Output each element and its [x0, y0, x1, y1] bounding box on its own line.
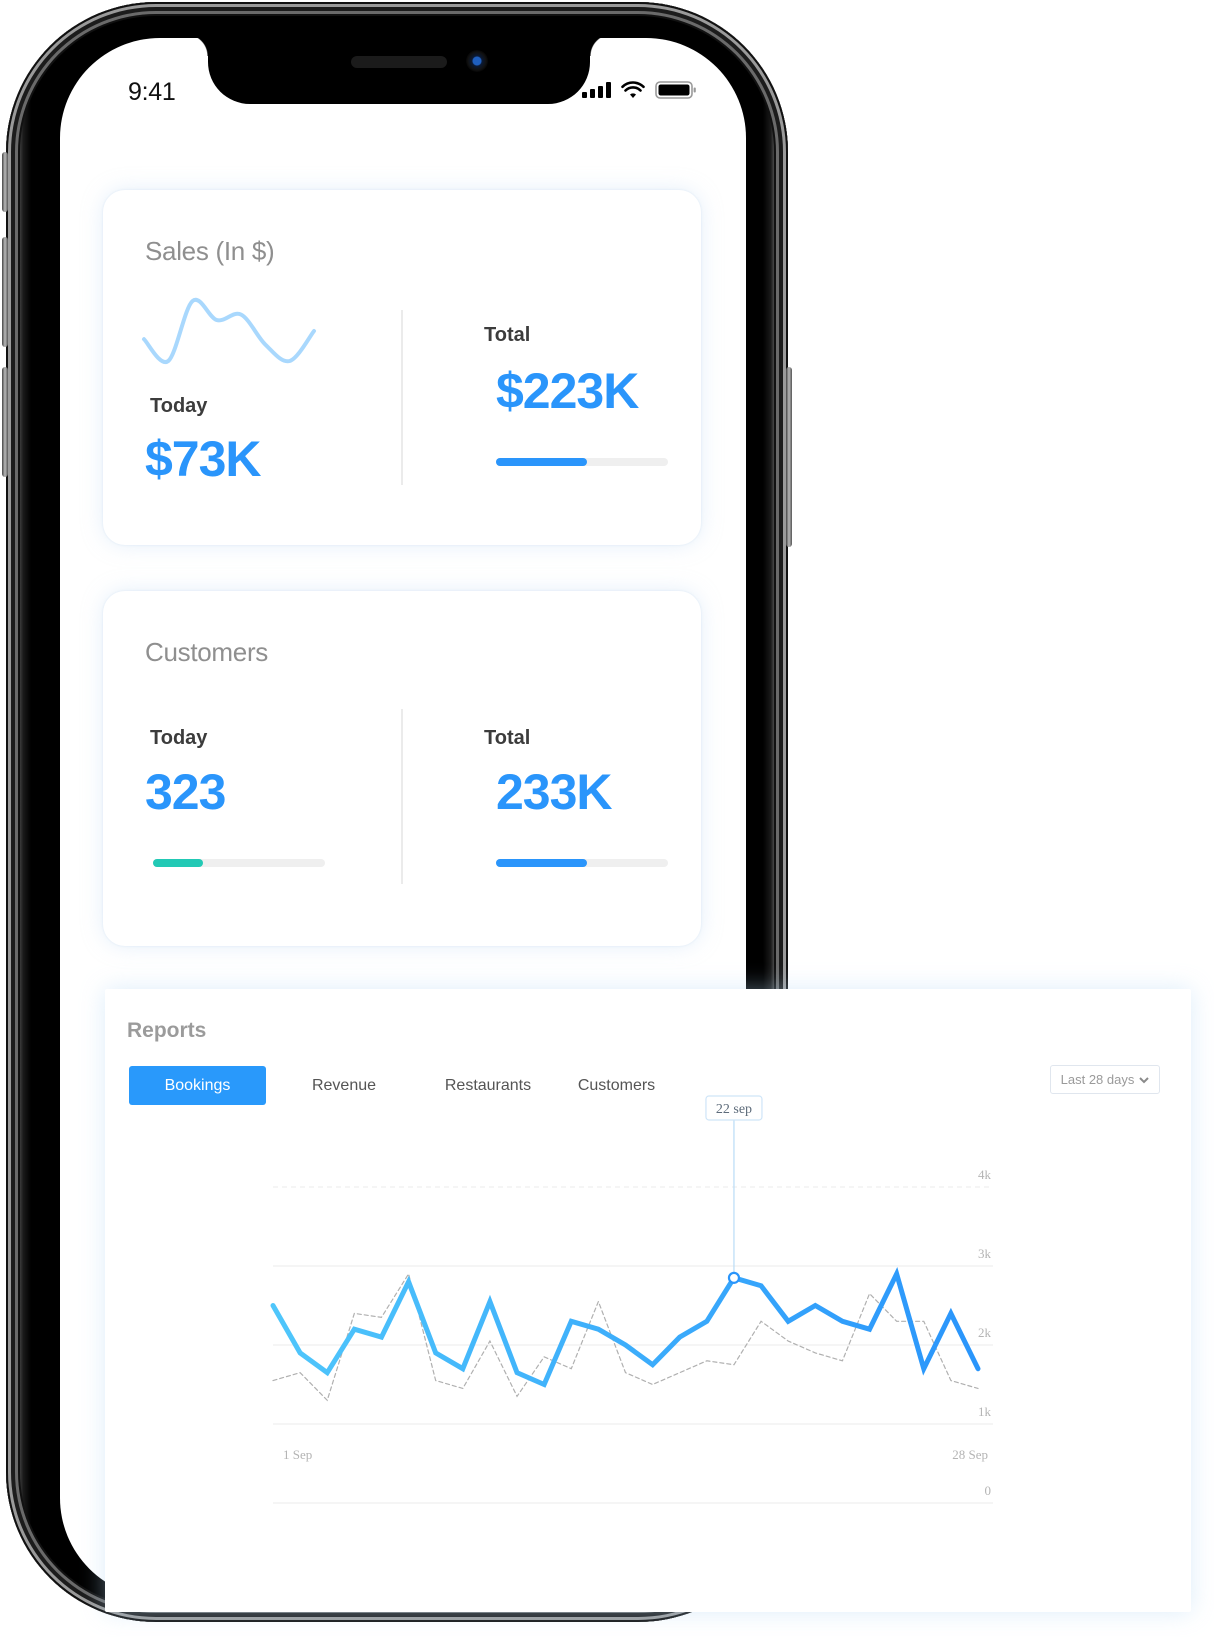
y-tick-label: 0: [985, 1483, 992, 1498]
comparison-data-point[interactable]: [597, 1301, 599, 1303]
sales-total-label: Total: [484, 324, 531, 346]
tooltip-label: 22 sep: [716, 1102, 752, 1117]
customers-total-label: Total: [484, 727, 531, 749]
customers-today-progress-fill: [153, 859, 203, 867]
reports-panel: Reports Bookings Revenue Restaurants Cus…: [105, 989, 1191, 1612]
sales-today-value: $73K: [145, 431, 262, 487]
bookings-data-point[interactable]: [298, 1350, 303, 1355]
bookings-data-point[interactable]: [813, 1303, 818, 1308]
comparison-data-point[interactable]: [841, 1360, 843, 1362]
comparison-data-point[interactable]: [977, 1387, 979, 1389]
sales-total-value: $223K: [496, 363, 639, 419]
comparison-data-point[interactable]: [896, 1320, 898, 1322]
card-divider: [401, 310, 403, 485]
comparison-data-point[interactable]: [408, 1273, 410, 1275]
comparison-data-point[interactable]: [570, 1368, 572, 1370]
comparison-data-point[interactable]: [516, 1395, 518, 1397]
bookings-data-point[interactable]: [948, 1311, 953, 1316]
silent-switch: [2, 152, 8, 212]
customers-today-progress-track: [153, 859, 325, 867]
sales-total-progress-track: [496, 458, 668, 466]
y-tick-label: 4k: [978, 1167, 992, 1182]
comparison-data-point[interactable]: [272, 1380, 274, 1382]
bookings-data-point[interactable]: [406, 1279, 411, 1284]
comparison-data-point[interactable]: [380, 1316, 382, 1318]
sales-card-title: Sales (In $): [145, 236, 275, 266]
bookings-data-point[interactable]: [460, 1366, 465, 1371]
customers-card: Customers Today 323 Total 233K: [103, 591, 701, 946]
bookings-data-point[interactable]: [704, 1319, 709, 1324]
comparison-data-point[interactable]: [814, 1352, 816, 1354]
bookings-data-point[interactable]: [921, 1366, 926, 1371]
comparison-data-point[interactable]: [326, 1399, 328, 1401]
sales-card: Sales (In $) Today $73K Total $223K: [103, 190, 701, 545]
bookings-data-point[interactable]: [867, 1327, 872, 1332]
bookings-data-point[interactable]: [650, 1362, 655, 1367]
y-tick-label: 2k: [978, 1325, 992, 1340]
bookings-data-point[interactable]: [596, 1327, 601, 1332]
card-divider: [401, 709, 403, 884]
bookings-data-point[interactable]: [352, 1327, 357, 1332]
highlighted-data-point[interactable]: [727, 1271, 741, 1284]
comparison-data-point[interactable]: [679, 1372, 681, 1374]
sales-total-progress-fill: [496, 458, 588, 466]
x-axis-end-label: 28 Sep: [952, 1447, 988, 1462]
cellular-signal-icon: [582, 82, 611, 98]
comparison-data-point[interactable]: [435, 1380, 437, 1382]
comparison-data-point[interactable]: [923, 1320, 925, 1322]
customers-today-value: 323: [145, 764, 226, 820]
volume-up-button: [2, 237, 8, 347]
bookings-data-point[interactable]: [623, 1343, 628, 1348]
bookings-data-point[interactable]: [759, 1283, 764, 1288]
customers-total-value: 233K: [496, 764, 613, 820]
volume-down-button: [2, 367, 8, 477]
bookings-data-point[interactable]: [677, 1335, 682, 1340]
status-icons: [582, 80, 697, 100]
bookings-data-point[interactable]: [515, 1370, 520, 1375]
customers-card-title: Customers: [145, 637, 268, 667]
comparison-data-point[interactable]: [733, 1364, 735, 1366]
sales-sparkline: [142, 297, 316, 365]
bookings-data-point[interactable]: [840, 1319, 845, 1324]
comparison-data-point[interactable]: [950, 1380, 952, 1382]
bookings-data-point[interactable]: [542, 1382, 547, 1387]
customers-total-progress-track: [496, 859, 668, 867]
comparison-data-point[interactable]: [706, 1360, 708, 1362]
status-time: 9:41: [128, 78, 176, 106]
comparison-data-point[interactable]: [299, 1372, 301, 1374]
bookings-series-line: [270, 1266, 981, 1388]
comparison-data-point[interactable]: [462, 1387, 464, 1389]
bookings-data-point[interactable]: [325, 1370, 330, 1375]
bookings-line-chart: 0 1k 2k 3k 4k 22 sep 1 Sep 28 Sep: [270, 1095, 993, 1504]
bookings-data-point[interactable]: [569, 1319, 574, 1324]
notch: [186, 38, 612, 104]
y-tick-label: 3k: [978, 1246, 992, 1261]
bookings-data-point[interactable]: [786, 1319, 791, 1324]
comparison-data-point[interactable]: [489, 1340, 491, 1342]
bookings-data-point[interactable]: [271, 1303, 276, 1308]
bookings-data-point[interactable]: [379, 1335, 384, 1340]
bookings-data-point[interactable]: [976, 1366, 981, 1371]
bookings-data-point[interactable]: [487, 1299, 492, 1304]
sales-today-label: Today: [150, 395, 208, 417]
comparison-data-point[interactable]: [652, 1384, 654, 1386]
front-camera-icon: [466, 50, 488, 72]
x-axis-start-label: 1 Sep: [283, 1447, 312, 1462]
comparison-data-point[interactable]: [787, 1340, 789, 1342]
power-button: [786, 367, 792, 547]
y-tick-label: 1k: [978, 1404, 992, 1419]
comparison-data-point[interactable]: [353, 1312, 355, 1314]
customers-total-progress-fill: [496, 859, 588, 867]
comparison-data-point[interactable]: [760, 1320, 762, 1322]
speaker-grille: [351, 56, 447, 68]
bookings-data-point[interactable]: [433, 1350, 438, 1355]
customers-today-label: Today: [150, 727, 208, 749]
wifi-icon: [621, 81, 645, 99]
sparkline-path: [142, 297, 316, 365]
bookings-data-point[interactable]: [894, 1271, 899, 1276]
comparison-data-point[interactable]: [543, 1356, 545, 1358]
comparison-data-point[interactable]: [869, 1293, 871, 1295]
battery-icon: [655, 80, 697, 100]
comparison-data-point[interactable]: [625, 1372, 627, 1374]
